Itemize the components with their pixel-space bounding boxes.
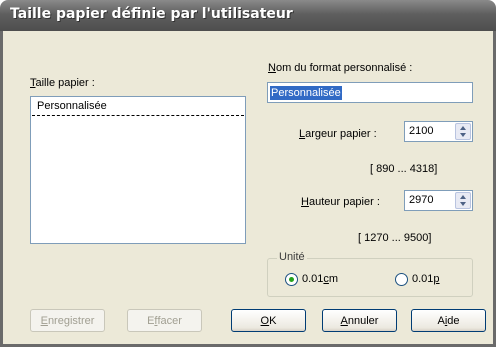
spin-up-icon[interactable] — [460, 126, 466, 130]
custom-name-input[interactable]: Personnalisée — [267, 82, 473, 103]
cancel-button[interactable]: Annuler — [322, 309, 397, 332]
width-spin-buttons[interactable] — [455, 123, 471, 140]
spin-down-icon[interactable] — [460, 202, 466, 206]
unit-option-cm-label: 0.01cm — [302, 273, 339, 285]
height-label: Hauteur papier : — [301, 196, 380, 208]
width-spinbox[interactable]: 2100 — [404, 121, 473, 142]
width-range: [ 890 ... 4318] — [370, 163, 438, 175]
window-title: Taille papier définie par l'utilisateur — [10, 6, 293, 22]
paper-size-list[interactable]: Personnalisée — [30, 96, 246, 244]
unit-radio-p[interactable]: 0.01p — [395, 272, 440, 286]
unit-legend: Unité — [277, 251, 307, 263]
height-range: [ 1270 ... 9500] — [358, 232, 432, 244]
title-bar[interactable]: Taille papier définie par l'utilisateur — [0, 0, 496, 31]
height-spin-buttons[interactable] — [455, 192, 471, 209]
paper-size-label: Taille papier : — [30, 77, 95, 89]
spin-up-icon[interactable] — [460, 195, 466, 199]
spin-down-icon[interactable] — [460, 133, 466, 137]
width-value: 2100 — [409, 125, 434, 137]
width-label: Largeur papier : — [299, 128, 377, 140]
list-item[interactable]: Personnalisée — [32, 99, 244, 116]
custom-name-value: Personnalisée — [270, 86, 342, 100]
delete-button[interactable]: Ef facer — [127, 309, 202, 332]
unit-option-p-label: 0.01p — [412, 273, 440, 285]
unit-radio-cm[interactable]: 0.01cm — [285, 272, 338, 286]
height-value: 2970 — [409, 194, 434, 206]
ok-button[interactable]: OK — [231, 309, 306, 332]
radio-selected-icon[interactable] — [285, 272, 298, 286]
radio-unselected-icon[interactable] — [395, 272, 408, 286]
unit-group: Unité 0.01cm 0.01p — [267, 251, 473, 297]
help-button[interactable]: Ai de — [411, 309, 486, 332]
save-button[interactable]: Enregistrer — [30, 309, 105, 332]
height-spinbox[interactable]: 2970 — [404, 190, 473, 211]
custom-name-label: Nom du format personnalisé : — [268, 62, 413, 74]
